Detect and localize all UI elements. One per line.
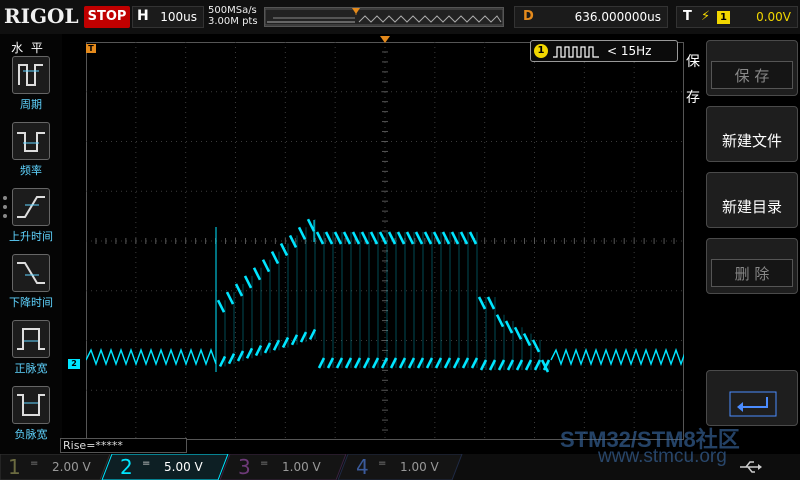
- channel-3-number: 3: [238, 455, 251, 479]
- channel-2-number: 2: [120, 455, 133, 479]
- measure-positive-width-label: 正脉宽: [14, 362, 48, 375]
- positive-width-icon: [12, 320, 50, 358]
- new-folder-button-label: 新建目录: [721, 198, 782, 216]
- save-menu-title: 保 存: [686, 54, 700, 106]
- channel-3-coupling: =: [260, 458, 269, 469]
- usb-icon: [740, 461, 762, 473]
- trigger-settings[interactable]: T ⚡ 1 0.00V: [676, 6, 798, 28]
- delete-button-label: 删 除: [711, 259, 793, 287]
- waveform-display[interactable]: [86, 42, 684, 440]
- acquisition-info: 500MSa/s 3.00M pts: [208, 5, 258, 27]
- memory-overview-waveform: T: [264, 8, 504, 26]
- return-button[interactable]: [706, 370, 798, 426]
- channel-2-coupling: =: [142, 458, 151, 469]
- negative-width-icon: [12, 386, 50, 424]
- watermark-url: www.stmcu.org: [598, 446, 727, 467]
- trigger-position-marker[interactable]: T: [86, 44, 96, 53]
- measure-menu: 水 平 周期 频率 上升时间 下降时间 正脉宽 负脉宽: [0, 34, 62, 454]
- memory-overview-bar[interactable]: T: [264, 7, 504, 27]
- channel-1-scale: 2.00 V: [52, 460, 91, 474]
- trigger-freq-value: < 15Hz: [607, 44, 652, 58]
- pulse-train-icon: [553, 46, 599, 58]
- trigger-frequency-readout: 1 < 15Hz: [530, 40, 678, 62]
- trigger-source: 1: [717, 11, 730, 24]
- timebase-value: 100us: [160, 10, 197, 24]
- channel-1-tab[interactable]: 1 = 2.00 V: [0, 454, 110, 480]
- measure-frequency-label: 频率: [20, 164, 42, 177]
- measure-negative-width-label: 负脉宽: [14, 428, 48, 441]
- rise-time-icon: [12, 188, 50, 226]
- channel-2-tab[interactable]: 2 = 5.00 V: [112, 454, 228, 480]
- trigger-label: T: [683, 9, 692, 24]
- trigger-position-arrow[interactable]: [380, 36, 390, 44]
- measure-menu-title: 水 平: [11, 41, 45, 55]
- channel-4-tab[interactable]: 4 = 1.00 V: [348, 454, 462, 480]
- top-status-bar: RIGOL STOP H 100us 500MSa/s 3.00M pts T …: [0, 0, 800, 34]
- new-folder-button[interactable]: 新建目录: [706, 172, 798, 228]
- horizontal-timebase[interactable]: H 100us: [132, 6, 204, 28]
- overview-trigger-marker: T: [353, 9, 359, 17]
- ch2-ground-marker[interactable]: 2: [68, 359, 80, 369]
- trigger-freq-channel: 1: [534, 44, 548, 58]
- channel-1-number: 1: [8, 455, 21, 479]
- channel-1-coupling: =: [30, 458, 39, 469]
- save-button-label: 保 存: [711, 61, 793, 89]
- trigger-level: 0.00V: [756, 10, 791, 24]
- rigol-logo: RIGOL: [4, 4, 79, 28]
- measure-rise-time-label: 上升时间: [9, 230, 53, 243]
- frequency-icon: [12, 122, 50, 160]
- return-icon: [729, 391, 777, 417]
- horizontal-label: H: [137, 8, 149, 24]
- rising-edge-icon: ⚡: [701, 9, 711, 24]
- channel-3-tab[interactable]: 3 = 1.00 V: [230, 454, 346, 480]
- page-dots: [3, 196, 7, 223]
- delay-label: D: [523, 9, 534, 24]
- save-menu: 保 存 保 存 新建文件 新建目录 删 除: [684, 34, 800, 454]
- channel-3-scale: 1.00 V: [282, 460, 321, 474]
- measurement-rise: Rise=*****: [60, 438, 187, 453]
- delay-value: 636.000000us: [574, 10, 661, 24]
- channel-2-scale: 5.00 V: [164, 460, 203, 474]
- sample-rate: 500MSa/s: [208, 5, 257, 16]
- save-button[interactable]: 保 存: [706, 40, 798, 96]
- channel-4-coupling: =: [378, 458, 387, 469]
- delete-button[interactable]: 删 除: [706, 238, 798, 294]
- channel-4-number: 4: [356, 455, 369, 479]
- period-icon: [12, 56, 50, 94]
- new-file-button[interactable]: 新建文件: [706, 106, 798, 162]
- run-stop-status[interactable]: STOP: [84, 6, 130, 28]
- channel-4-scale: 1.00 V: [400, 460, 439, 474]
- measure-fall-time-label: 下降时间: [9, 296, 53, 309]
- memory-depth: 3.00M pts: [208, 16, 258, 27]
- horizontal-delay[interactable]: D 636.000000us: [514, 6, 668, 28]
- new-file-button-label: 新建文件: [721, 132, 782, 150]
- fall-time-icon: [12, 254, 50, 292]
- measure-period-label: 周期: [20, 98, 42, 111]
